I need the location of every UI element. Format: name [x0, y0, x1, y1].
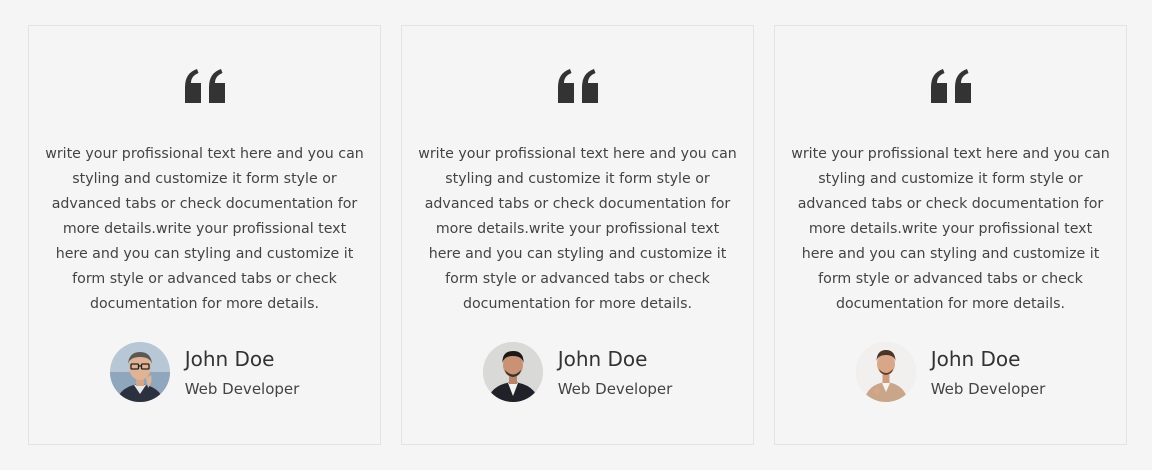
avatar	[109, 342, 170, 402]
testimonial-card: write your profissional text here and yo…	[401, 25, 754, 445]
double-quote-icon	[184, 69, 225, 103]
avatar	[855, 342, 916, 402]
testimonials-section: write your profissional text here and yo…	[0, 0, 1152, 470]
author-role: Web Developer	[930, 379, 1046, 398]
author-role: Web Developer	[557, 379, 673, 398]
double-quote-icon	[930, 69, 971, 103]
testimonial-author: John Doe Web Developer	[29, 342, 380, 402]
author-name: John Doe	[184, 346, 275, 371]
testimonial-text: write your profissional text here and yo…	[418, 146, 737, 312]
double-quote-icon	[557, 69, 598, 103]
testimonial-text: write your profissional text here and yo…	[45, 146, 364, 312]
author-name: John Doe	[930, 346, 1021, 371]
testimonial-author: John Doe Web Developer	[402, 342, 753, 402]
author-role: Web Developer	[184, 379, 300, 398]
avatar	[482, 342, 543, 402]
testimonial-card: write your profissional text here and yo…	[28, 25, 381, 445]
testimonial-text: write your profissional text here and yo…	[791, 146, 1110, 312]
author-name: John Doe	[557, 346, 648, 371]
testimonial-card: write your profissional text here and yo…	[774, 25, 1127, 445]
testimonial-author: John Doe Web Developer	[775, 342, 1126, 402]
